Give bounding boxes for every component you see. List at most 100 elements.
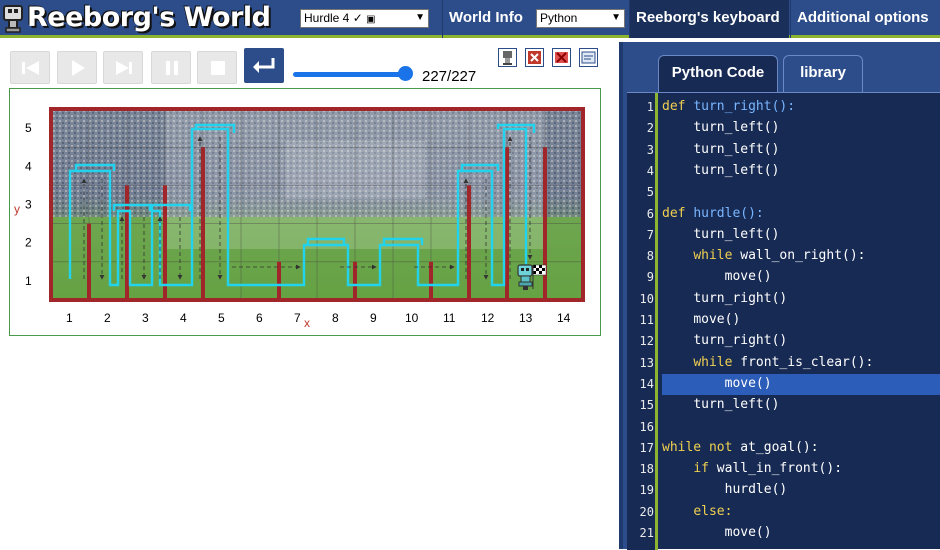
line-number: 4 xyxy=(646,163,654,178)
code-line[interactable]: turn_left() xyxy=(662,142,779,157)
line-number: 10 xyxy=(639,291,654,306)
code-line[interactable]: def hurdle(): xyxy=(662,206,764,221)
line-number: 5 xyxy=(646,185,654,200)
language-select[interactable]: Python ▼ xyxy=(536,9,625,28)
speed-slider-track[interactable] xyxy=(293,72,410,77)
stop-button[interactable] xyxy=(197,51,237,84)
code-line[interactable]: move() xyxy=(662,269,772,284)
stop-icon xyxy=(211,61,225,75)
chevron-down-icon: ▼ xyxy=(611,12,621,23)
return-arrow-icon xyxy=(253,58,275,73)
line-number: 18 xyxy=(639,462,654,477)
code-line[interactable]: while not at_goal(): xyxy=(662,440,819,455)
x-tick-label: 3 xyxy=(142,311,149,325)
pause-icon xyxy=(166,61,178,75)
x-tick-label: 14 xyxy=(557,311,571,325)
y-tick-label: 3 xyxy=(25,198,32,212)
editor-panel: Python Code library 1 2 3 4 5 6 7 8 9 10 11 12 13 14 1… xyxy=(619,42,940,550)
x-axis-ticks: 1 2 3 4 5 6 7 8 9 10 11 12 13 14 xyxy=(66,311,571,325)
code-line[interactable]: turn_left() xyxy=(662,163,779,178)
x-tick-label: 4 xyxy=(180,311,187,325)
step-counter: 227/227 xyxy=(422,68,477,85)
tab-python-code[interactable]: Python Code xyxy=(658,55,778,92)
world-info-button[interactable]: World Info xyxy=(442,0,530,38)
reverse-step-button[interactable] xyxy=(10,51,50,84)
code-line[interactable]: turn_right() xyxy=(662,291,787,306)
play-icon xyxy=(72,60,85,76)
line-number: 3 xyxy=(646,142,654,157)
clear-icon[interactable] xyxy=(525,48,544,67)
code-line[interactable]: move() xyxy=(662,525,772,540)
line-number: 19 xyxy=(639,483,654,498)
code-line[interactable]: turn_left() xyxy=(662,227,779,242)
close-world-icon[interactable] xyxy=(552,48,571,67)
x-tick-label: 2 xyxy=(104,311,111,325)
code-line[interactable]: move() xyxy=(662,312,740,327)
line-number: 2 xyxy=(646,121,654,136)
x-tick-label: 10 xyxy=(405,311,419,325)
x-tick-label: 9 xyxy=(370,311,377,325)
speed-slider-thumb[interactable] xyxy=(398,66,413,81)
top-bar: Reeborg's World Hurdle 4 ✓ ▣ ▼ World Inf… xyxy=(0,0,940,38)
code-line[interactable]: while wall_on_right(): xyxy=(662,248,865,263)
step-forward-icon xyxy=(116,61,132,75)
robot-icon[interactable] xyxy=(498,48,517,67)
line-number: 15 xyxy=(639,398,654,413)
line-number: 12 xyxy=(639,334,654,349)
line-number: 21 xyxy=(639,526,654,540)
x-tick-label: 5 xyxy=(218,311,225,325)
pause-button[interactable] xyxy=(151,51,191,84)
code-line[interactable]: while front_is_clear(): xyxy=(662,355,873,370)
code-line[interactable]: turn_right() xyxy=(662,333,787,348)
line-number: 20 xyxy=(639,504,654,519)
reeborg-logo-icon xyxy=(3,5,23,33)
app-title: Reeborg's World xyxy=(27,2,271,33)
x-tick-label: 12 xyxy=(481,311,495,325)
code-line[interactable]: move() xyxy=(662,376,772,391)
step-back-icon xyxy=(22,61,39,75)
x-tick-label: 1 xyxy=(66,311,73,325)
world-select[interactable]: Hurdle 4 ✓ ▣ ▼ xyxy=(300,9,429,28)
x-tick-label: 7 xyxy=(294,311,301,325)
code-line[interactable]: turn_left() xyxy=(662,397,779,412)
x-tick-label: 6 xyxy=(256,311,263,325)
code-line[interactable]: def turn_right(): xyxy=(662,99,795,114)
y-tick-label: 2 xyxy=(25,236,32,250)
line-number: 7 xyxy=(646,227,654,242)
tab-library[interactable]: library xyxy=(783,55,863,92)
world-map: 1 2 3 4 5 6 7 8 9 10 11 12 13 14 12345 x y xyxy=(14,107,585,330)
language-select-value: Python xyxy=(540,11,578,25)
code-line[interactable]: if wall_in_front(): xyxy=(662,461,842,476)
additional-options-button[interactable]: Additional options xyxy=(790,0,940,38)
line-number: 17 xyxy=(639,440,654,455)
reload-button[interactable] xyxy=(244,48,284,83)
x-tick-label: 11 xyxy=(443,311,456,325)
line-number: 14 xyxy=(639,376,654,391)
line-number: 9 xyxy=(646,270,654,285)
step-button[interactable] xyxy=(103,51,143,84)
x-axis-label: x xyxy=(304,316,310,330)
code-editor[interactable]: 1 2 3 4 5 6 7 8 9 10 11 12 13 14 15 16 17 18 19 20 21 def tu… xyxy=(627,92,940,550)
world-select-value: Hurdle 4 ✓ xyxy=(304,11,363,25)
edit-world-icon[interactable] xyxy=(579,48,598,67)
line-number: 8 xyxy=(646,249,654,264)
keyboard-button[interactable]: Reeborg's keyboard xyxy=(629,0,789,38)
line-number: 1 xyxy=(646,100,654,114)
line-number: 6 xyxy=(646,206,654,221)
world-canvas: 1 2 3 4 5 6 7 8 9 10 11 12 13 14 12345 x y xyxy=(9,88,601,336)
x-tick-label: 13 xyxy=(519,311,533,325)
code-line[interactable]: else: xyxy=(662,504,732,519)
robot-mini-icon: ▣ xyxy=(366,14,376,25)
y-axis-ticks: 1 2 3 4 5 xyxy=(25,121,32,288)
y-tick-label: 5 xyxy=(25,121,32,135)
line-number: 16 xyxy=(639,419,654,434)
run-button[interactable] xyxy=(57,51,97,84)
code-line[interactable]: turn_left() xyxy=(662,120,779,135)
chevron-down-icon: ▼ xyxy=(415,12,425,23)
y-tick-label: 1 xyxy=(25,274,32,288)
y-tick-label: 4 xyxy=(25,159,32,173)
line-number: 13 xyxy=(639,355,654,370)
code-line[interactable]: hurdle() xyxy=(662,482,788,497)
line-number: 11 xyxy=(639,313,654,327)
y-axis-label: y xyxy=(14,202,20,216)
